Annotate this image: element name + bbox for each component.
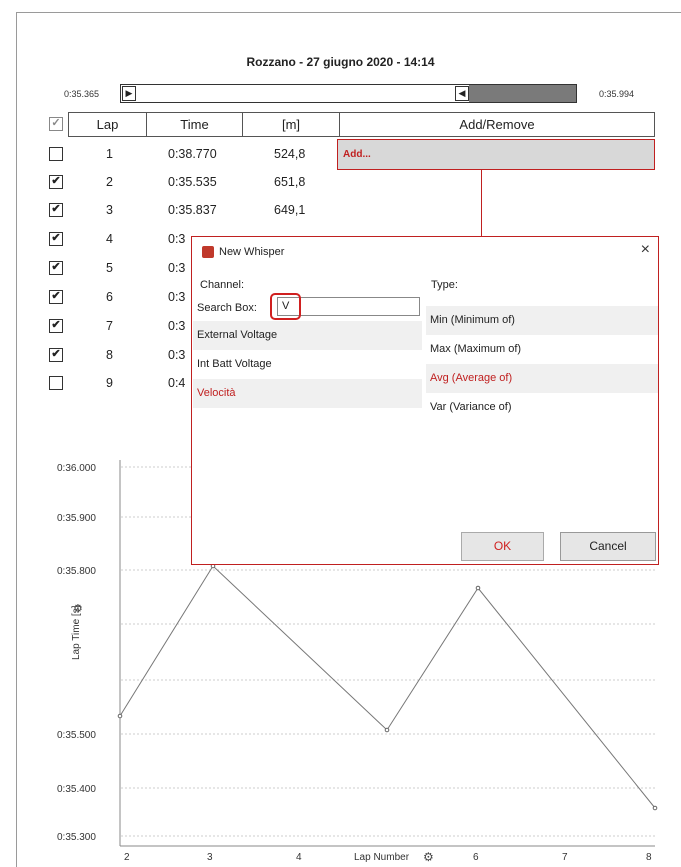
lap-number: 4 bbox=[106, 232, 113, 246]
app-icon bbox=[202, 246, 214, 258]
row-checkbox[interactable]: ✔ bbox=[49, 175, 63, 189]
lap-time: 0:3 bbox=[168, 290, 186, 304]
y-tick-label: 0:35.400 bbox=[57, 784, 96, 795]
lap-distance: 649,1 bbox=[274, 203, 306, 217]
x-tick-label: 3 bbox=[207, 852, 213, 863]
ok-button[interactable]: OK bbox=[461, 532, 544, 561]
data-point bbox=[475, 585, 481, 591]
data-point bbox=[384, 727, 390, 733]
row-checkbox[interactable]: ✔ bbox=[49, 232, 63, 246]
series-line bbox=[119, 565, 656, 809]
row-checkbox[interactable]: ✔ bbox=[49, 203, 63, 217]
row-checkbox[interactable]: ✔ bbox=[49, 348, 63, 362]
type-item-max[interactable]: Max (Maximum of) bbox=[426, 335, 658, 364]
row-checkbox[interactable] bbox=[49, 147, 63, 161]
lap-number: 5 bbox=[106, 261, 113, 275]
row-checkbox[interactable]: ✔ bbox=[49, 261, 63, 275]
row-checkbox[interactable]: ✔ bbox=[49, 290, 63, 304]
y-axis-gear-icon: ⚙ bbox=[73, 603, 83, 615]
lap-time: 0:38.770 bbox=[168, 147, 217, 161]
lap-number: 8 bbox=[106, 348, 113, 362]
x-tick-label: 7 bbox=[562, 852, 568, 863]
channel-item-velocita[interactable]: Velocità bbox=[193, 379, 422, 408]
lap-time: 0:3 bbox=[168, 261, 186, 275]
type-item-min[interactable]: Min (Minimum of) bbox=[426, 306, 658, 335]
add-label: Add... bbox=[343, 149, 371, 160]
data-point bbox=[117, 713, 123, 719]
type-label: Type: bbox=[431, 279, 458, 291]
range-end-time: 0:35.994 bbox=[599, 89, 635, 99]
col-lap[interactable]: Lap bbox=[68, 112, 147, 137]
slider-right-arrow-icon[interactable]: ◀ bbox=[455, 86, 469, 101]
lap-distance: 524,8 bbox=[274, 147, 306, 161]
lap-distance: 651,8 bbox=[274, 175, 306, 189]
x-tick-label: 4 bbox=[296, 852, 302, 863]
x-axis-label: Lap Number bbox=[354, 852, 410, 863]
y-tick-label: 0:35.800 bbox=[57, 566, 96, 577]
lap-number: 1 bbox=[106, 147, 113, 161]
close-icon[interactable]: × bbox=[641, 241, 650, 259]
row-checkbox[interactable] bbox=[49, 376, 63, 390]
range-start-time: 0:35.365 bbox=[64, 89, 100, 99]
channel-item-external-voltage[interactable]: External Voltage bbox=[193, 321, 422, 350]
col-meters[interactable]: [m] bbox=[242, 112, 340, 137]
y-tick-label: 0:35.900 bbox=[57, 513, 96, 524]
add-whisper-button[interactable]: Add... bbox=[337, 139, 655, 170]
channel-label: Channel: bbox=[200, 279, 245, 291]
lap-time: 0:3 bbox=[168, 319, 186, 333]
x-tick-label: 2 bbox=[124, 852, 130, 863]
search-highlight bbox=[270, 293, 301, 320]
table-row[interactable]: ✔ 3 0:35.837 649,1 bbox=[0, 196, 681, 224]
slider-left-arrow-icon[interactable]: ▶ bbox=[122, 86, 136, 101]
data-point bbox=[652, 805, 658, 811]
x-tick-label: 6 bbox=[473, 852, 479, 863]
y-tick-label: 0:35.500 bbox=[57, 730, 96, 741]
dialog-title: New Whisper bbox=[219, 246, 285, 258]
x-tick-label: 8 bbox=[646, 852, 652, 863]
select-all-checkbox[interactable]: ✓ bbox=[49, 117, 63, 131]
slider-thumb[interactable] bbox=[469, 85, 576, 102]
lap-number: 2 bbox=[106, 175, 113, 189]
row-checkbox[interactable]: ✔ bbox=[49, 319, 63, 333]
lap-time: 0:35.535 bbox=[168, 175, 217, 189]
y-tick-label: 0:35.300 bbox=[57, 832, 96, 843]
table-row[interactable]: ✔ 2 0:35.535 651,8 bbox=[0, 168, 681, 196]
laps-table-header: ✓ Lap Time [m] Add/Remove bbox=[43, 112, 655, 137]
col-add-remove[interactable]: Add/Remove bbox=[339, 112, 655, 137]
lap-range-slider[interactable]: ▶ ◀ bbox=[120, 84, 577, 103]
connector-line bbox=[481, 170, 482, 237]
col-time[interactable]: Time bbox=[146, 112, 243, 137]
lap-number: 6 bbox=[106, 290, 113, 304]
type-item-avg[interactable]: Avg (Average of) bbox=[426, 364, 658, 393]
channel-item-int-batt-voltage[interactable]: Int Batt Voltage bbox=[193, 350, 422, 379]
lap-number: 9 bbox=[106, 376, 113, 390]
page-title: Rozzano - 27 giugno 2020 - 14:14 bbox=[246, 55, 435, 69]
x-axis-gear-icon: ⚙ bbox=[423, 850, 434, 864]
lap-number: 7 bbox=[106, 319, 113, 333]
type-item-var[interactable]: Var (Variance of) bbox=[426, 393, 658, 422]
lap-time: 0:4 bbox=[168, 376, 186, 390]
new-whisper-dialog: New Whisper × Channel: Type: Search Box:… bbox=[191, 236, 659, 565]
lap-time: 0:3 bbox=[168, 348, 186, 362]
y-tick-label: 0:36.000 bbox=[57, 463, 96, 474]
lap-time: 0:35.837 bbox=[168, 203, 217, 217]
cancel-button[interactable]: Cancel bbox=[560, 532, 656, 561]
search-label: Search Box: bbox=[197, 302, 257, 314]
lap-time: 0:3 bbox=[168, 232, 186, 246]
lap-number: 3 bbox=[106, 203, 113, 217]
